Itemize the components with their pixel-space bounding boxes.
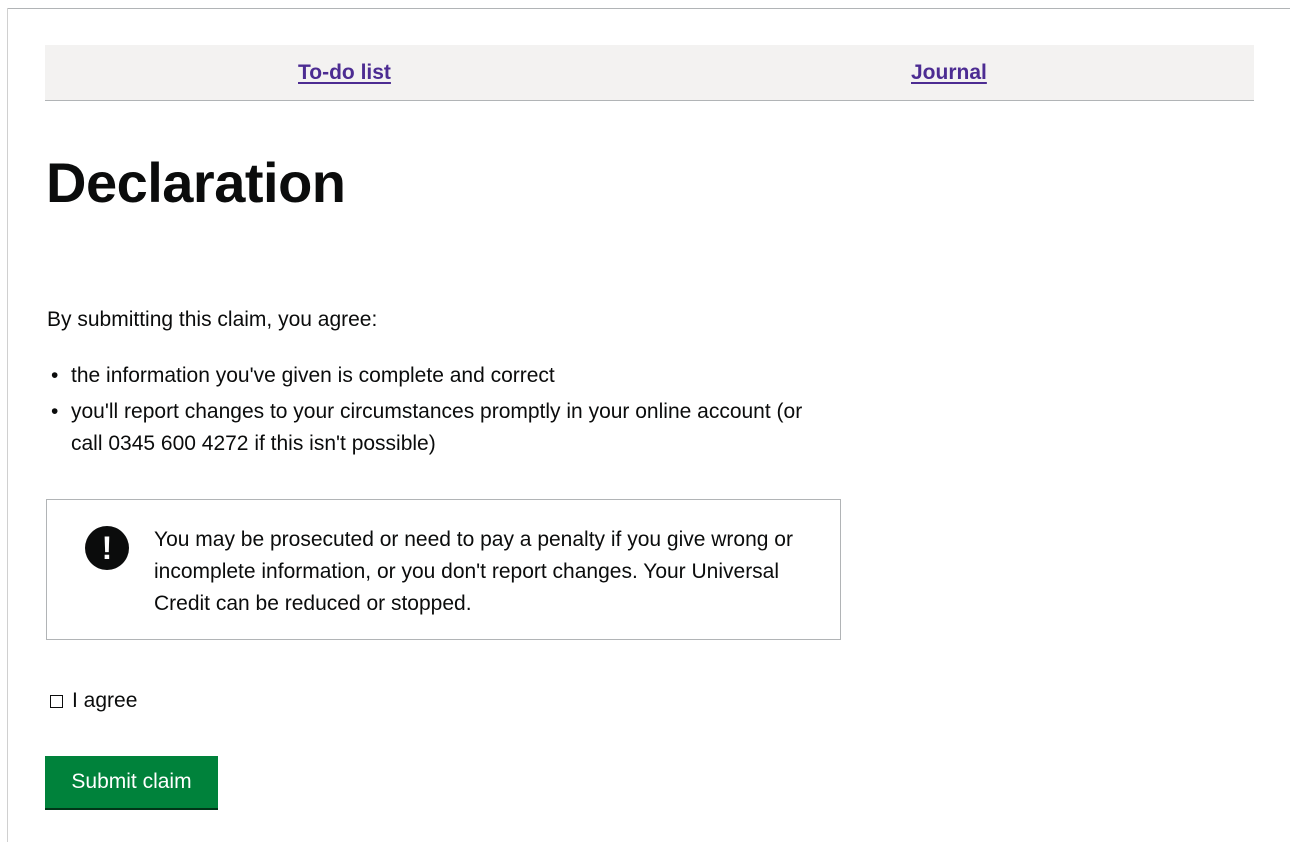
agree-checkbox[interactable] xyxy=(50,694,63,708)
top-navigation: To-do list Journal xyxy=(45,45,1254,101)
nav-link-todo-list[interactable]: To-do list xyxy=(298,61,391,85)
warning-callout: ! You may be prosecuted or need to pay a… xyxy=(46,499,841,640)
list-item: the information you've given is complete… xyxy=(47,360,807,392)
top-divider xyxy=(7,8,1290,9)
exclamation-icon: ! xyxy=(85,526,129,570)
agree-checkbox-field[interactable]: I agree xyxy=(50,689,137,713)
nav-link-journal[interactable]: Journal xyxy=(911,61,987,85)
warning-text: You may be prosecuted or need to pay a p… xyxy=(154,528,793,615)
declaration-list: the information you've given is complete… xyxy=(47,360,807,464)
agree-label: I agree xyxy=(72,689,138,712)
left-divider xyxy=(7,8,8,842)
list-item: you'll report changes to your circumstan… xyxy=(47,396,807,460)
submit-claim-button[interactable]: Submit claim xyxy=(45,756,218,808)
page: To-do list Journal Declaration By submit… xyxy=(0,0,1290,842)
declaration-intro: By submitting this claim, you agree: xyxy=(47,308,378,331)
page-title: Declaration xyxy=(46,151,346,214)
